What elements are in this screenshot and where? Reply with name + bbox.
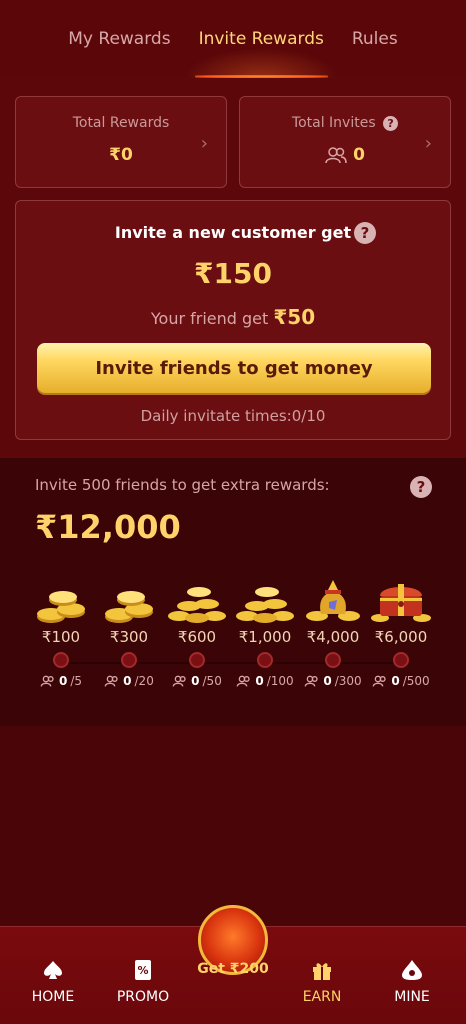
- tier-amount: ₹300: [109, 628, 149, 646]
- chevron-right-icon: ›: [424, 133, 432, 154]
- tier-count: 0/500: [367, 674, 435, 688]
- tier-target: /50: [202, 674, 222, 688]
- reward-tier: ₹1,000 0/100: [231, 576, 299, 688]
- tier-dot: [393, 652, 409, 668]
- users-icon: [40, 675, 54, 687]
- coin-stack-icon: [27, 576, 95, 624]
- tier-dot: [121, 652, 137, 668]
- tier-target: /500: [402, 674, 430, 688]
- reward-tier: ₹100 0/5: [27, 576, 95, 688]
- tier-progress: 0: [191, 674, 200, 688]
- total-invites-title-wrap: Total Invites ?: [240, 115, 450, 131]
- tier-target: /20: [134, 674, 154, 688]
- nav-get-bonus-label: Get ₹200: [197, 961, 269, 977]
- nav-home-label: HOME: [31, 989, 75, 1005]
- tier-count: 0/20: [95, 674, 163, 688]
- total-invites-title: Total Invites: [291, 115, 376, 131]
- invite-heading-wrap: Invite a new customer get ?: [16, 222, 450, 244]
- tier-amount: ₹6,000: [374, 628, 428, 646]
- nav-promo[interactable]: % PROMO: [103, 957, 183, 1005]
- reward-tier: ₹6,000 0/500: [367, 576, 435, 688]
- tier-progress: 0: [58, 674, 68, 688]
- tier-progress: 0: [255, 674, 264, 688]
- tier-amount: ₹1,000: [238, 628, 292, 646]
- gift-icon: [282, 957, 362, 983]
- nav-promo-label: PROMO: [116, 989, 170, 1005]
- users-icon: [104, 675, 118, 687]
- tab-my-rewards[interactable]: My Rewards: [54, 0, 184, 78]
- tier-target: /5: [70, 674, 83, 688]
- users-icon: [305, 675, 319, 687]
- users-icon: [172, 675, 186, 687]
- help-icon[interactable]: ?: [410, 476, 432, 498]
- extra-rewards-title: Invite 500 friends to get extra rewards:: [35, 476, 330, 494]
- coin-stack-icon: [95, 576, 163, 624]
- total-rewards-title: Total Rewards: [72, 115, 170, 131]
- tier-progress: 0: [123, 674, 132, 688]
- total-invites-value: 0: [353, 145, 365, 165]
- tab-invite-rewards[interactable]: Invite Rewards: [184, 0, 339, 78]
- tier-target: /300: [334, 674, 362, 688]
- tier-target: /100: [266, 674, 294, 688]
- nav-home[interactable]: HOME: [13, 957, 93, 1005]
- content-background: [0, 726, 466, 926]
- tier-count: 0/5: [27, 674, 95, 688]
- invite-friends-button[interactable]: Invite friends to get money: [37, 343, 431, 393]
- chevron-right-icon: ›: [200, 133, 208, 154]
- invite-heading: Invite a new customer get: [114, 223, 352, 242]
- tier-progress: 0: [391, 674, 400, 688]
- bottom-nav: HOME % PROMO Get ₹200 EARN MINE: [0, 905, 466, 1024]
- users-icon: [373, 675, 387, 687]
- total-invites-value-wrap: 0: [240, 145, 450, 165]
- users-icon: [325, 147, 347, 164]
- total-rewards-value: ₹0: [109, 145, 133, 165]
- upper-section: Total Rewards ₹0 › Total Invites ? 0 › I…: [0, 78, 466, 458]
- coin-pile-icon: [231, 576, 299, 624]
- extra-rewards-section: Invite 500 friends to get extra rewards:…: [0, 458, 466, 726]
- friend-get-label: Your friend get: [150, 309, 269, 328]
- friend-get-line: Your friend get ₹50: [16, 305, 450, 329]
- tier-amount: ₹4,000: [306, 628, 360, 646]
- coin-bag-icon: [299, 576, 367, 624]
- help-icon[interactable]: ?: [354, 222, 376, 244]
- tier-amount: ₹100: [41, 628, 81, 646]
- daily-invite-times: Daily invitate times:0/10: [140, 407, 326, 425]
- tier-count: 0/50: [163, 674, 231, 688]
- svg-text:%: %: [137, 964, 148, 977]
- promo-ticket-icon: %: [103, 957, 183, 983]
- reward-tier: ₹4,000 0/300: [299, 576, 367, 688]
- tier-count: 0/300: [299, 674, 367, 688]
- tier-dot: [53, 652, 69, 668]
- tier-dot: [257, 652, 273, 668]
- total-invites-card[interactable]: Total Invites ? 0 ›: [239, 96, 451, 188]
- reward-tier: ₹600 0/50: [163, 576, 231, 688]
- nav-mine-label: MINE: [394, 989, 430, 1005]
- total-rewards-card[interactable]: Total Rewards ₹0 ›: [15, 96, 227, 188]
- invite-card: Invite a new customer get ? ₹150 Your fr…: [15, 200, 451, 440]
- tab-bar: My Rewards Invite Rewards Rules: [0, 0, 466, 78]
- spade-icon: [13, 957, 93, 983]
- nav-mine[interactable]: MINE: [372, 957, 452, 1005]
- invite-amount: ₹150: [194, 257, 272, 290]
- reward-tiers: ₹100 0/5 ₹300 0/20 ₹600 0 /50 ₹1,000 0 /…: [27, 576, 439, 716]
- friend-get-amount: ₹50: [273, 305, 316, 329]
- help-icon[interactable]: ?: [383, 116, 399, 131]
- extra-rewards-amount: ₹12,000: [35, 508, 181, 546]
- nav-earn-label: EARN: [302, 989, 342, 1005]
- coin-pile-icon: [163, 576, 231, 624]
- users-icon: [237, 675, 251, 687]
- reward-tier: ₹300 0/20: [95, 576, 163, 688]
- tier-count: 0/100: [231, 674, 299, 688]
- tier-dot: [189, 652, 205, 668]
- tier-amount: ₹600: [177, 628, 217, 646]
- nav-earn[interactable]: EARN: [282, 957, 362, 1005]
- tab-rules[interactable]: Rules: [338, 0, 412, 78]
- treasure-chest-icon: [367, 576, 435, 624]
- nav-get-bonus[interactable]: Get ₹200: [190, 905, 276, 1005]
- tier-progress: 0: [323, 674, 332, 688]
- mine-drop-icon: [372, 957, 452, 983]
- tier-dot: [325, 652, 341, 668]
